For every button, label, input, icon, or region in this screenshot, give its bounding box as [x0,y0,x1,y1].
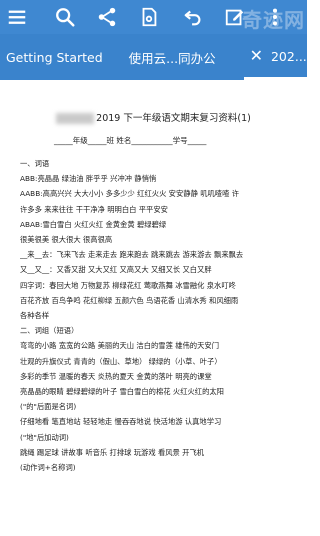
text-line: ABB:亮晶晶 绿油油 胖乎乎 兴冲冲 静悄悄 [20,174,157,184]
text-line: AABB:高高兴兴 大大小小 多多少少 红红火火 安安静静 叽叽喳喳 许 [20,189,239,199]
text-line: 许多多 来来往往 干干净净 明明白白 平平安安 [20,204,168,214]
redacted-region [56,113,95,124]
document-body: 一、词语 ABB:亮晶晶 绿油油 胖乎乎 兴冲冲 静悄悄 AABB:高高兴兴 大… [20,156,305,475]
tab-cloud-office[interactable]: 使用云...同办公 [123,34,222,80]
undo-icon [184,10,201,26]
close-icon[interactable]: ✕ [250,46,263,65]
document-title: 2019 下一年级语文期末复习资料(1) [0,110,307,124]
text-line: 壮观的升旗仪式 青青的（假山、草地） 绿绿的（小草、叶子） [20,356,222,366]
text-line: 百花齐放 百鸟争鸣 花红柳绿 五颜六色 鸟语花香 山清水秀 和风细雨 [20,295,239,305]
edit-button[interactable] [218,0,252,34]
document-title-text: 2019 下一年级语文期末复习资料(1) [96,113,251,124]
top-toolbar: 奇迹网 [0,0,307,34]
save-button[interactable] [132,0,166,34]
more-button[interactable] [258,0,292,34]
tab-getting-started[interactable]: Getting Started [0,34,109,80]
tab-2019-review[interactable]: ✕ 202...料(1) [243,34,307,80]
text-line: 四字词：春回大地 万物复苏 柳绿花红 莺歌燕舞 冰雪融化 泉水叮咚 [20,280,236,290]
text-line: 二、词组（短语） [20,326,79,336]
text-line: 亮晶晶的眼睛 碧绿碧绿的叶子 雪白雪白的棉花 火红火红的太阳 [20,387,224,397]
text-line: 跳绳 踢足球 讲故事 听音乐 打排球 玩游戏 看风景 开飞机 [20,447,205,457]
edit-icon [225,9,244,26]
more-icon [272,8,278,26]
text-line: ("地"后加动词) [20,432,69,442]
save-icon [142,7,157,27]
text-line: 多彩的季节 温暖的春天 炎热的夏天 金黄的落叶 明亮的课堂 [20,371,212,381]
menu-icon [8,10,26,24]
text-line: 各种各样 [20,311,50,321]
text-line: 又__又__：又香又甜 又大又红 又高又大 又细又长 又白又胖 [20,265,212,275]
search-icon [56,8,75,27]
tab-label: Getting Started [6,49,103,65]
tab-label: 使用云...同办公 [128,50,216,66]
share-icon [98,7,116,27]
menu-button[interactable] [0,0,34,34]
text-line: 弯弯的小路 宽宽的公路 美丽的天山 洁白的雪莲 雄伟的天安门 [20,341,219,351]
text-line: 很美很美 很大很大 很高很高 [20,235,113,245]
student-info-line: _____年级_____班 姓名___________学号_____ [54,136,207,145]
search-button[interactable] [48,0,82,34]
text-line: __来__去：飞来飞去 走来走去 跑来跑去 跳来跳去 游来游去 飘来飘去 [20,250,244,260]
text-line: 一、词语 [20,159,50,168]
text-line: ABAB:雪白雪白 火红火红 金黄金黄 碧绿碧绿 [20,219,167,229]
text-line: ("的"后面是名词) [20,402,77,412]
tab-label: 202...料(1) [270,49,307,64]
document-tabs: Getting Started 使用云...同办公 ✕ 202...料(1) [0,34,307,80]
undo-button[interactable] [176,0,210,34]
document-page[interactable]: 2019 下一年级语文期末复习资料(1) _____年级_____班 姓名___… [0,80,307,536]
text-line: (动作词+名称词) [20,463,76,473]
text-line: 仔细地看 笔直地站 轻轻地走 慢吞吞地说 快活地游 认真地学习 [20,417,222,427]
share-button[interactable] [90,0,124,34]
